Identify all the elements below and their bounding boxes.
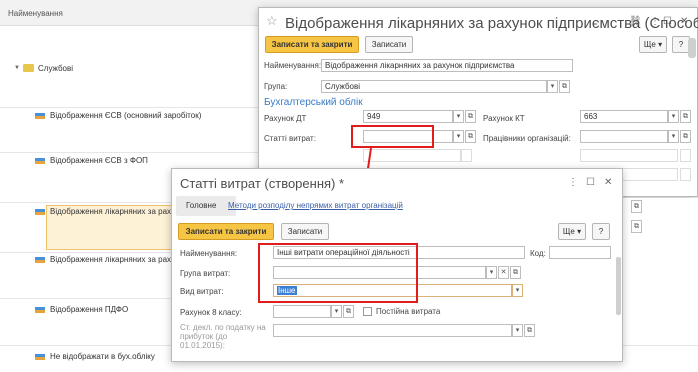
permanent-checkbox[interactable] (363, 307, 372, 316)
account-field[interactable] (273, 305, 331, 318)
group-label: Група витрат: (180, 269, 231, 278)
maximize-icon[interactable]: ☐ (586, 178, 595, 188)
dropdown-icon[interactable]: ▾ (486, 266, 497, 279)
name-label: Найменування: (180, 249, 238, 258)
cost-dialog: Статті витрат (створення) * ⋮ ☐ ✕ Головн… (171, 168, 623, 362)
code-field[interactable] (549, 246, 611, 259)
save-button[interactable]: Записати (281, 223, 329, 240)
permanent-label: Постійна витрата (376, 307, 441, 316)
scrollbar[interactable] (616, 257, 621, 315)
dialog-title: Статті витрат (створення) * (180, 176, 345, 191)
more-label: Ще (562, 227, 575, 236)
decl-label: Ст. декл. по податку на прибуток (до 01.… (180, 323, 266, 350)
account-label: Рахунок 8 класу: (180, 308, 242, 317)
kind-label: Вид витрат: (180, 287, 224, 296)
close-icon[interactable]: ✕ (604, 178, 612, 188)
open-icon[interactable]: ⧉ (510, 266, 521, 279)
dropdown-icon[interactable]: ▾ (331, 305, 342, 318)
open-icon[interactable]: ⧉ (524, 324, 535, 337)
decl-field[interactable] (273, 324, 512, 337)
tab-methods-link[interactable]: Методи розподілу непрямих витрат організ… (228, 201, 403, 210)
dropdown-icon[interactable]: ▾ (512, 324, 523, 337)
tab-main-label: Головне (186, 201, 217, 210)
more-menu-icon[interactable]: ⋮ (568, 178, 578, 188)
open-icon[interactable]: ⧉ (343, 305, 354, 318)
dropdown-icon[interactable]: ▾ (512, 284, 523, 297)
more-button[interactable]: Ще ▾ (558, 223, 586, 240)
code-label: Код: (530, 249, 546, 258)
clear-icon[interactable]: ✕ (498, 266, 509, 279)
save-close-button[interactable]: Записати та закрити (178, 223, 274, 240)
help-button[interactable]: ? (592, 223, 610, 240)
highlight-box (258, 243, 418, 303)
